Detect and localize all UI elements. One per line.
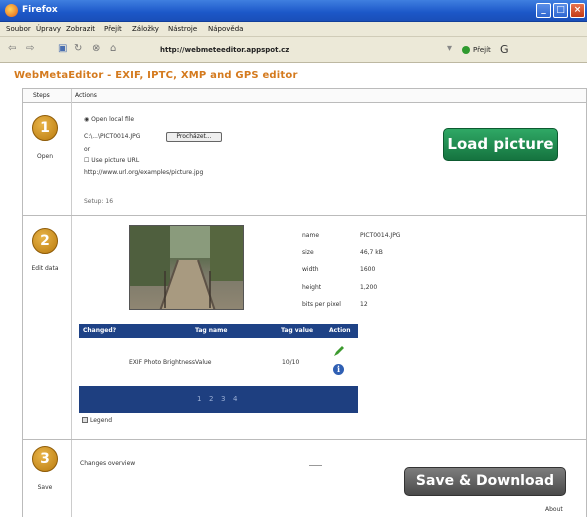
menu-item-file[interactable]: Soubor [6, 25, 31, 33]
use-url-label: Use picture URL [91, 157, 140, 164]
minimize-button[interactable]: _ [536, 3, 551, 18]
step-3-label: Save [37, 484, 53, 491]
step-3-badge: 3 [32, 446, 58, 472]
step-2-badge: 2 [32, 228, 58, 254]
tag-name-column-header: Tag name [195, 327, 228, 334]
setup-note: Setup: 16 [84, 198, 114, 205]
window-title: Firefox [22, 5, 58, 15]
meta-value: 1,200 [360, 284, 378, 291]
page-icon[interactable]: ▣ [58, 44, 67, 54]
menu-bar: Soubor Úpravy Zobrazit Přejít Záložky Ná… [0, 22, 587, 37]
tag-value-column-header: Tag value [281, 327, 314, 334]
meta-key: height [302, 284, 322, 291]
firefox-logo-icon [5, 4, 18, 17]
step-1-label: Open [36, 153, 54, 160]
meta-value: 1600 [360, 266, 376, 273]
page-link[interactable]: 4 [233, 395, 237, 403]
menu-item-go[interactable]: Přejít [104, 25, 122, 33]
home-icon[interactable]: ⌂ [110, 44, 116, 54]
changes-overview-text: Changes overview [80, 460, 136, 467]
or-label: or [84, 146, 91, 153]
close-button[interactable]: × [570, 3, 585, 18]
address-dropdown-icon[interactable]: ▾ [447, 43, 452, 54]
back-arrow-icon[interactable]: ⇦ [8, 44, 16, 54]
menu-item-view[interactable]: Zobrazit [66, 25, 95, 33]
address-bar[interactable]: http://webmeteeditor.appspot.cz [160, 46, 289, 54]
local-file-path: C:\...\PICT0014.JPG [84, 133, 141, 140]
browse-button[interactable]: Procházet... [166, 132, 222, 142]
step-1-badge: 1 [32, 115, 58, 141]
steps-column-header: Steps [33, 92, 50, 99]
page-link[interactable]: 1 [197, 395, 201, 403]
use-url-checkbox[interactable]: ☐ Use picture URL [84, 157, 139, 164]
meta-value: 12 [360, 301, 368, 308]
meta-key: width [302, 266, 319, 273]
table-header: Steps Actions [23, 89, 586, 103]
changed-column-header: Changed? [83, 327, 117, 334]
save-download-button[interactable]: Save & Download [404, 467, 566, 496]
meta-key: bits per pixel [302, 301, 341, 308]
column-divider [71, 89, 72, 517]
tag-value-cell: 10/10 [282, 359, 300, 366]
legend: Legend [82, 417, 112, 424]
row-divider [23, 439, 586, 440]
picture-preview [129, 225, 244, 310]
page-link[interactable]: 3 [221, 395, 225, 403]
menu-item-help[interactable]: Nápověda [208, 25, 243, 33]
about-link[interactable]: About [545, 506, 563, 513]
page-title: WebMetaEditor - EXIF, IPTC, XMP and GPS … [14, 70, 298, 81]
search-icon[interactable]: G [500, 43, 509, 56]
open-local-file-radio[interactable]: ◉ Open local file [84, 116, 134, 123]
tag-name-cell: EXIF Photo BrightnessValue [129, 359, 212, 366]
tag-table-header: Changed? Tag name Tag value Action [79, 324, 358, 338]
stop-icon[interactable]: ⊗ [92, 44, 100, 54]
row-divider [23, 215, 586, 216]
menu-item-bookmarks[interactable]: Záložky [132, 25, 159, 33]
menu-item-edit[interactable]: Úpravy [36, 25, 61, 33]
window-titlebar: Firefox _ □ × [0, 0, 587, 22]
menu-item-tools[interactable]: Nástroje [168, 25, 197, 33]
legend-box-icon [82, 417, 88, 423]
divider-dash [309, 465, 322, 466]
action-column-header: Action [329, 327, 351, 334]
load-picture-button[interactable]: Load picture [443, 128, 558, 161]
actions-column-header: Actions [75, 92, 97, 99]
legend-label: Legend [90, 417, 113, 424]
pagination-bar: 1 2 3 4 [79, 386, 358, 413]
go-icon[interactable] [462, 46, 470, 54]
reload-icon[interactable]: ↻ [74, 44, 82, 54]
maximize-button[interactable]: □ [553, 3, 568, 18]
navigation-toolbar: ⇦ ⇨ ▣ ↻ ⊗ ⌂ http://webmeteeditor.appspot… [0, 37, 587, 63]
meta-key: size [302, 249, 314, 256]
meta-value: 46,7 kB [360, 249, 383, 256]
page-link[interactable]: 2 [209, 395, 213, 403]
go-button[interactable]: Přejít [473, 46, 491, 54]
bridge-photo-image [130, 226, 243, 309]
step-2-label: Edit data [31, 265, 59, 272]
meta-value: PICT0014.JPG [360, 232, 401, 239]
picture-url-input[interactable]: http://www.url.org/examples/picture.jpg [84, 169, 203, 176]
meta-key: name [302, 232, 320, 239]
info-icon[interactable]: i [333, 364, 344, 375]
edit-pencil-icon[interactable] [333, 345, 345, 357]
forward-arrow-icon[interactable]: ⇨ [26, 44, 34, 54]
open-local-file-label: Open local file [91, 116, 135, 123]
